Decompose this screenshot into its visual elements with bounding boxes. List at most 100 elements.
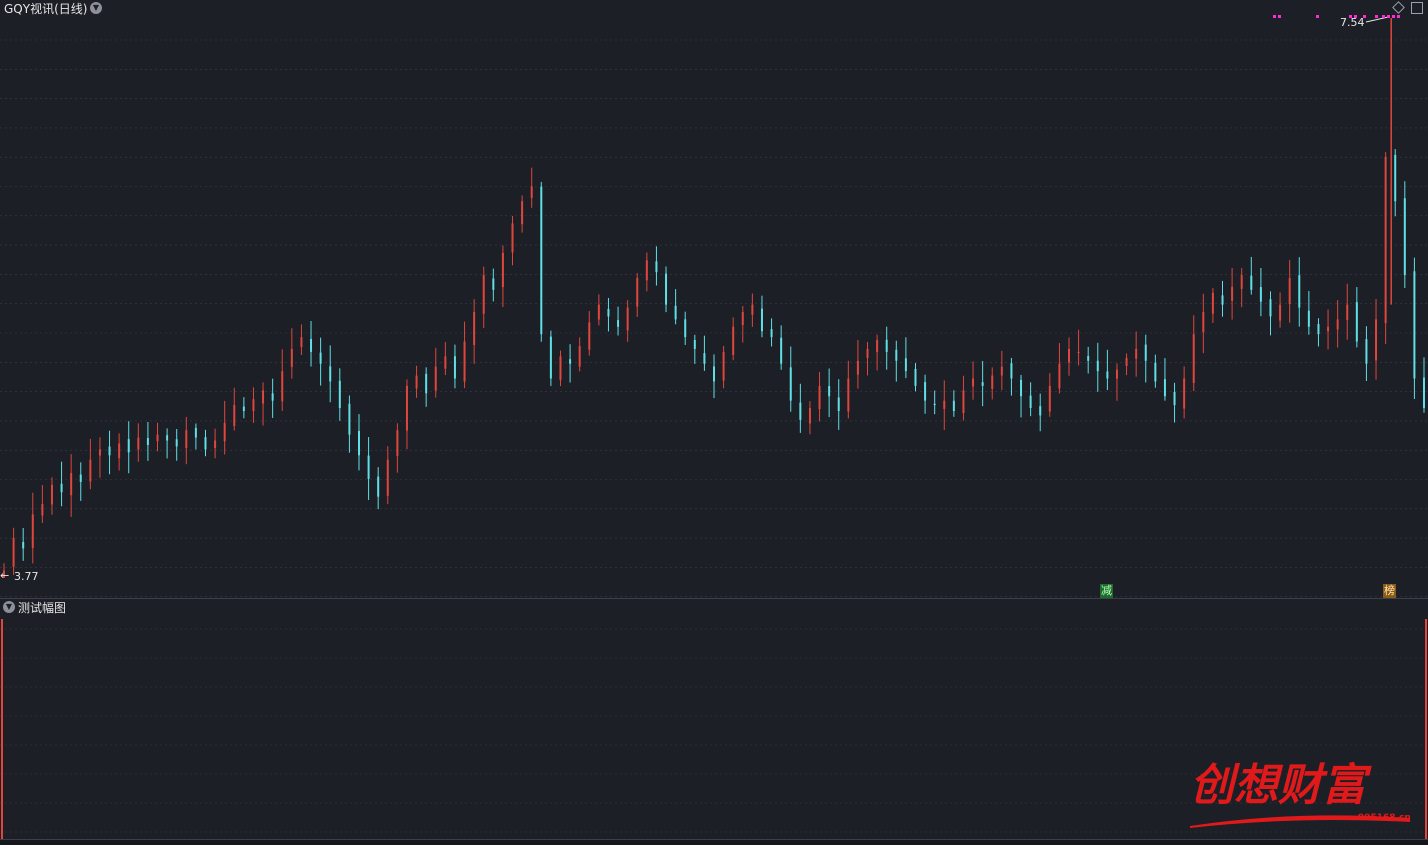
list-badge[interactable]: 榜 (1383, 584, 1396, 598)
candle-body (300, 337, 303, 347)
signal-dot (1375, 15, 1378, 18)
candle (1384, 152, 1387, 345)
signal-dot (1273, 15, 1276, 18)
candle-body (549, 336, 552, 379)
candle-body (501, 252, 504, 288)
candle (338, 368, 341, 421)
candle-body (684, 319, 687, 338)
candle-body (50, 484, 53, 505)
chevron-down-icon[interactable]: ▼ (3, 601, 15, 613)
candle (396, 423, 399, 473)
reduce-badge[interactable]: 减 (1100, 584, 1113, 598)
candle-body (146, 438, 149, 445)
candle-body (1125, 357, 1128, 366)
candle-body (828, 386, 831, 397)
candle (1115, 363, 1118, 401)
candle (530, 167, 533, 208)
candle-body (770, 329, 773, 338)
candle (377, 467, 380, 510)
candle (1163, 358, 1166, 401)
candle-body (981, 382, 984, 386)
candle (290, 328, 293, 379)
chevron-down-icon[interactable]: ▼ (90, 2, 102, 14)
candle-body (818, 385, 821, 410)
signal-dot (1397, 15, 1400, 18)
candle-body (655, 261, 658, 273)
candle (281, 349, 284, 411)
candle (50, 477, 53, 515)
candle (789, 346, 792, 412)
candle-body (319, 352, 322, 364)
brand-logo: 创想财富 995168.cn (1186, 752, 1416, 832)
candle-body (1163, 379, 1166, 397)
candle (540, 181, 543, 342)
candle (741, 305, 744, 343)
candle (617, 306, 620, 336)
candle (1144, 334, 1147, 383)
candle-body (281, 371, 284, 402)
candle (1307, 290, 1310, 335)
candle (233, 387, 236, 431)
candle-body (492, 278, 495, 290)
candle-body (808, 408, 811, 424)
candle-body (799, 402, 802, 420)
indicator-title: 测试幅图 (18, 601, 67, 615)
candle (1039, 393, 1042, 432)
candle (41, 485, 44, 523)
candle (1192, 315, 1195, 392)
candle (578, 337, 581, 372)
candle (204, 429, 207, 457)
candle-body (1307, 310, 1310, 327)
candle-body (463, 341, 466, 382)
candle-body (396, 430, 399, 456)
candle-body (1317, 324, 1320, 335)
candle-body (1115, 369, 1118, 379)
candle (703, 335, 706, 371)
candle-body (1365, 339, 1368, 364)
candle-body (1298, 275, 1301, 308)
candle (70, 454, 73, 517)
candle (329, 345, 332, 403)
candle (185, 416, 188, 465)
candle-body (837, 397, 840, 412)
candle-body (1327, 326, 1330, 332)
candle-body (252, 399, 255, 412)
candle (1154, 354, 1157, 388)
candle-body (1068, 348, 1070, 363)
candle (569, 344, 572, 383)
candle-body (1211, 292, 1214, 314)
candle (972, 361, 975, 400)
indicator-bar (1425, 619, 1427, 839)
candle (1403, 181, 1406, 289)
candle (1173, 382, 1176, 423)
candle-body (1279, 304, 1282, 321)
candle-body (108, 446, 111, 456)
candle-body (1183, 378, 1186, 409)
candle (722, 345, 725, 389)
candle-body (175, 439, 178, 447)
candle (60, 461, 63, 507)
candle-body (60, 483, 63, 493)
candle (1221, 280, 1224, 317)
candle-body (118, 443, 121, 459)
candle-body (79, 474, 82, 482)
candle-body (559, 356, 562, 381)
window-icon[interactable] (1411, 2, 1423, 14)
candle (780, 325, 783, 370)
price-chart-panel[interactable]: GQY视讯(日线) ▼ 7.54 ← 3.77 减 榜 (0, 0, 1428, 598)
signal-dot (1392, 15, 1395, 18)
high-price-label: 7.54 (1340, 16, 1365, 29)
candle (1240, 268, 1243, 308)
candle (828, 368, 831, 418)
candle (837, 379, 840, 430)
candle-body (1000, 366, 1003, 376)
candle-body (952, 400, 955, 412)
candle (348, 395, 351, 453)
candle-body (1250, 275, 1253, 290)
candle (549, 330, 552, 386)
candle-body (588, 322, 591, 350)
candle (607, 297, 610, 332)
candle (31, 492, 34, 564)
time-axis (0, 839, 1428, 845)
chart-title: GQY视讯(日线) (4, 2, 88, 16)
